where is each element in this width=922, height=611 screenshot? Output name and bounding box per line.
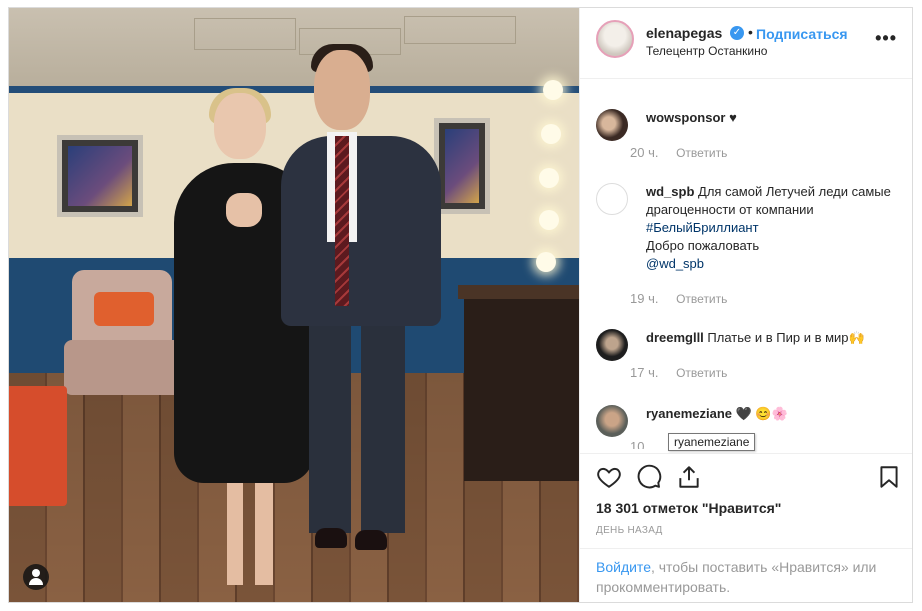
reply-button[interactable]: Ответить xyxy=(676,292,727,306)
comment-avatar[interactable] xyxy=(596,405,628,437)
location-link[interactable]: Телецентр Останкино xyxy=(646,44,767,58)
comment-avatar[interactable] xyxy=(596,109,628,141)
user-tag-icon[interactable] xyxy=(23,564,49,590)
share-icon[interactable] xyxy=(676,464,702,490)
reply-button[interactable]: Ответить xyxy=(676,366,727,380)
likes-count[interactable]: 18 301 отметок "Нравится" xyxy=(596,500,781,516)
comments-list[interactable]: wowsponsor ♥ 20 ч. Ответить wd_spb Для с… xyxy=(580,79,912,449)
reply-button[interactable]: Ответить xyxy=(676,146,727,160)
post-header: elenapegas ✓ • Подписаться Телецентр Ост… xyxy=(580,8,912,79)
comment-meta: 19 ч. Ответить xyxy=(630,291,727,306)
login-prompt: Войдите, чтобы поставить «Нравится» или … xyxy=(580,548,912,602)
comment-meta: 17 ч. Ответить xyxy=(630,365,727,380)
mention-link[interactable]: @wd_spb xyxy=(646,256,704,271)
action-bar xyxy=(580,453,912,499)
comment-time: 17 ч. xyxy=(630,365,659,380)
username-tooltip: ryanemeziane xyxy=(668,433,756,451)
comment-text: 🖤 😊🌸 xyxy=(735,406,788,421)
hashtag-link[interactable]: #БелыйБриллиант xyxy=(646,220,759,235)
side-panel: elenapegas ✓ • Подписаться Телецентр Ост… xyxy=(579,8,912,602)
post-timestamp[interactable]: ДЕНЬ НАЗАД xyxy=(596,525,663,536)
comment-time: 10 xyxy=(630,439,645,449)
post-card: elenapegas ✓ • Подписаться Телецентр Ост… xyxy=(8,7,913,603)
armchair xyxy=(64,270,182,420)
post-photo[interactable] xyxy=(9,8,579,602)
comment-username[interactable]: ryanemeziane xyxy=(646,406,732,421)
comment-text: Платье и в Пир и в мир🙌 xyxy=(707,330,865,345)
heart-icon[interactable] xyxy=(596,464,622,490)
makeup-desk xyxy=(458,285,579,481)
more-icon[interactable]: ••• xyxy=(875,28,897,49)
username-link[interactable]: elenapegas xyxy=(646,25,722,41)
comment-text-2: Добро пожаловать xyxy=(646,238,760,253)
comment-meta: 20 ч. Ответить xyxy=(630,145,727,160)
comment-meta: 10 xyxy=(630,439,644,449)
comment-text: ♥ xyxy=(729,110,737,125)
login-link[interactable]: Войдите xyxy=(596,559,651,575)
comment-username[interactable]: wowsponsor xyxy=(646,110,725,125)
wall-picture-left xyxy=(57,135,143,217)
comment-time: 20 ч. xyxy=(630,145,659,160)
comment-avatar[interactable] xyxy=(596,329,628,361)
comment-icon[interactable] xyxy=(636,464,662,490)
verified-badge-icon: ✓ xyxy=(730,26,744,40)
comment-username[interactable]: wd_spb xyxy=(646,184,694,199)
comment-time: 19 ч. xyxy=(630,291,659,306)
comment-username[interactable]: dreemglll xyxy=(646,330,704,345)
comment-avatar[interactable] xyxy=(596,183,628,215)
separator-dot: • xyxy=(748,24,753,40)
red-bench xyxy=(9,386,67,506)
avatar[interactable] xyxy=(596,20,634,58)
follow-button[interactable]: Подписаться xyxy=(756,26,848,42)
photo-ceiling xyxy=(9,8,579,93)
man-figure xyxy=(281,136,441,326)
bookmark-icon[interactable] xyxy=(876,464,902,490)
wall-picture-right xyxy=(434,118,490,214)
